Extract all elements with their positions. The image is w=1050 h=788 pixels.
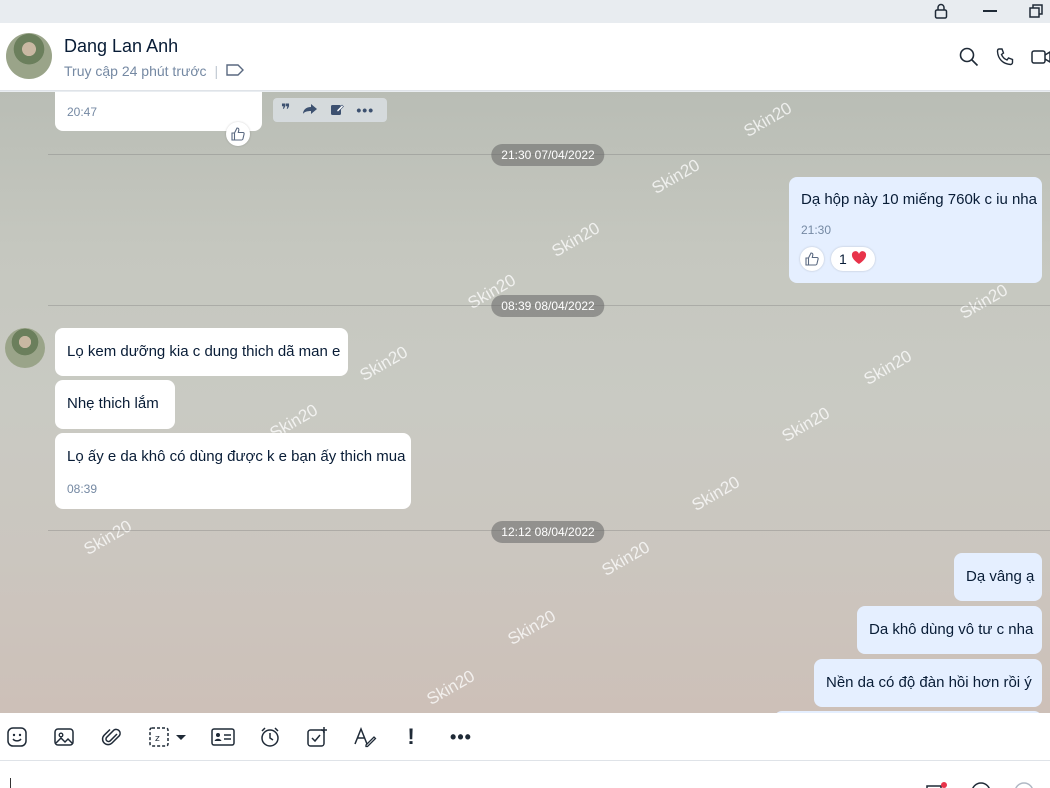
message-time: 20:47	[67, 105, 98, 119]
reaction-count: 1	[839, 251, 847, 267]
message-text: Lọ ấy e da khô có dùng được k e bạn ấy t…	[67, 448, 406, 465]
window-titlebar	[0, 0, 1050, 23]
reaction-summary[interactable]: 1	[831, 247, 875, 271]
message-list[interactable]: Skin20 Skin20 Skin20 Skin20 Skin20 Skin2…	[0, 92, 1050, 713]
contact-status: Truy cập 24 phút trước |	[64, 63, 245, 79]
watermark: Skin20	[688, 472, 744, 515]
more-tools-icon[interactable]: •••	[448, 724, 474, 750]
watermark: Skin20	[80, 516, 136, 559]
message-text: Dạ hộp này 10 miếng 760k c iu nha	[801, 191, 1037, 208]
message-bubble-incoming[interactable]: Lọ ấy e da khô có dùng được k e bạn ấy t…	[55, 433, 411, 509]
edit-note-icon[interactable]	[330, 102, 345, 119]
text-caret	[10, 778, 11, 788]
watermark: Skin20	[956, 280, 1012, 323]
like-button[interactable]	[226, 122, 250, 146]
message-time: 21:30	[801, 223, 832, 237]
watermark: Skin20	[778, 403, 834, 446]
date-separator: 21:30 07/04/2022	[491, 144, 605, 166]
text-format-icon[interactable]	[353, 724, 377, 750]
sender-avatar[interactable]	[5, 328, 45, 368]
status-separator: |	[214, 63, 219, 79]
svg-text:z: z	[155, 734, 160, 744]
forward-icon[interactable]	[302, 102, 318, 118]
message-text: Nhẹ thich lắm	[67, 395, 159, 412]
task-icon[interactable]	[306, 724, 328, 750]
watermark: Skin20	[548, 218, 604, 261]
message-text: Dạ vâng ạ	[966, 568, 1035, 585]
image-icon[interactable]	[53, 724, 75, 750]
message-input[interactable]	[0, 761, 1050, 788]
contact-name[interactable]: Dang Lan Anh	[64, 36, 178, 57]
composer-toolbar: z ! •••	[0, 713, 1050, 761]
watermark: Skin20	[356, 342, 412, 385]
contact-avatar[interactable]	[6, 33, 52, 79]
watermark: Skin20	[423, 666, 479, 709]
attachment-icon[interactable]	[101, 724, 123, 750]
watermark: Skin20	[504, 606, 560, 649]
lock-icon[interactable]	[931, 2, 951, 20]
message-bubble-outgoing[interactable]: Da khô dùng vô tư c nha	[857, 606, 1042, 654]
date-separator: 12:12 08/04/2022	[491, 521, 605, 543]
message-bubble-outgoing[interactable]: Nền da có độ đàn hồi hơn rồi ý	[814, 659, 1042, 707]
video-call-icon[interactable]	[1029, 45, 1050, 69]
restore-icon[interactable]	[1026, 2, 1046, 20]
screenshot-icon[interactable]: z	[148, 724, 190, 750]
watermark: Skin20	[648, 155, 704, 198]
watermark: Skin20	[740, 98, 796, 141]
message-bubble-outgoing[interactable]: Dạ vâng ạ	[954, 553, 1042, 601]
chat-header: Dang Lan Anh Truy cập 24 phút trước |	[0, 23, 1050, 91]
message-text: Nền da có độ đàn hồi hơn rồi ý	[826, 674, 1032, 691]
watermark: Skin20	[598, 537, 654, 580]
sticker-icon[interactable]	[6, 724, 28, 750]
send-icon[interactable]	[1013, 778, 1035, 788]
last-seen-text: Truy cập 24 phút trước	[64, 63, 207, 79]
contact-card-icon[interactable]	[211, 724, 235, 750]
message-bubble-incoming[interactable]: Nhẹ thich lắm	[55, 380, 175, 429]
date-separator: 08:39 08/04/2022	[491, 295, 605, 317]
search-icon[interactable]	[957, 45, 981, 69]
emoji-icon[interactable]	[970, 778, 992, 788]
heart-icon	[851, 250, 867, 268]
message-text: Da khô dùng vô tư c nha	[869, 621, 1034, 638]
minimize-icon[interactable]	[980, 2, 1000, 20]
watermark: Skin20	[860, 346, 916, 389]
quick-action-icon[interactable]	[925, 779, 947, 788]
more-options-icon[interactable]: •••	[356, 102, 374, 118]
reminder-clock-icon[interactable]	[259, 724, 281, 750]
message-text: Lọ kem dưỡng kia c dung thich dã man e	[67, 343, 341, 360]
like-button[interactable]	[800, 247, 824, 271]
message-bubble-outgoing[interactable]: Dạ hộp này 10 miếng 760k c iu nha 21:30	[789, 177, 1042, 283]
quote-icon[interactable]: ❞	[281, 100, 290, 120]
tag-icon[interactable]	[226, 63, 245, 79]
urgent-mark-icon[interactable]: !	[404, 724, 418, 750]
message-bubble-incoming[interactable]: Lọ kem dưỡng kia c dung thich dã man e	[55, 328, 348, 376]
phone-icon[interactable]	[993, 45, 1017, 69]
message-action-bar: ❞ •••	[273, 98, 387, 122]
message-time: 08:39	[67, 482, 98, 496]
